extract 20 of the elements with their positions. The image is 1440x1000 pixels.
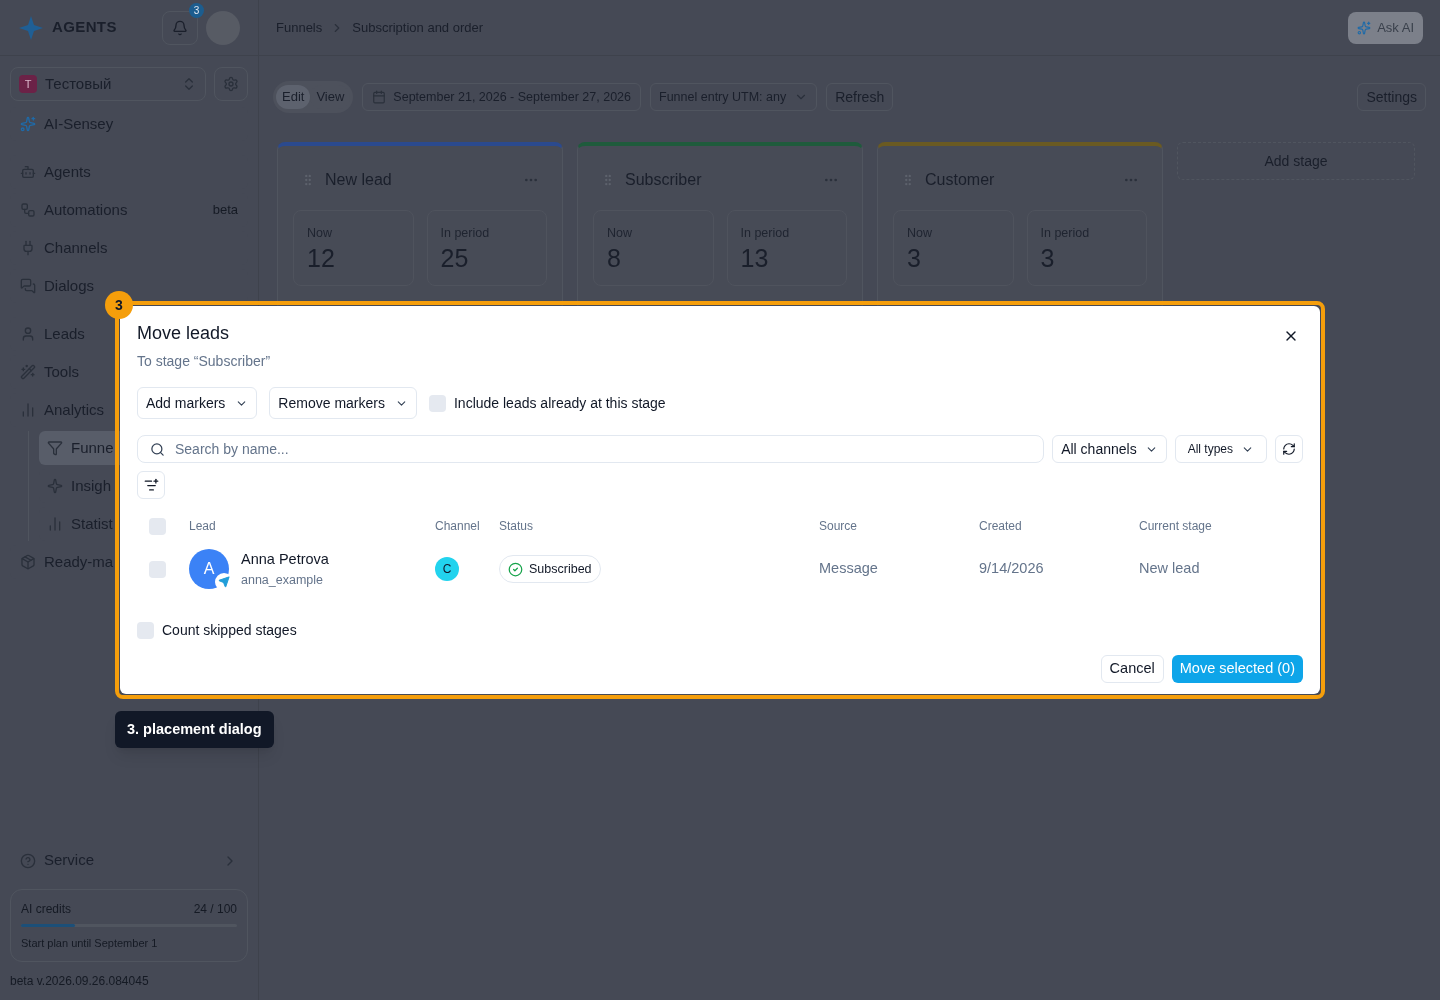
column-header: Status bbox=[499, 518, 535, 535]
dialog-title: Move leads bbox=[137, 322, 231, 345]
column-header: Created bbox=[979, 518, 1023, 535]
count-skipped-label: Count skipped stages bbox=[162, 620, 297, 640]
stage-cell-text: New lead bbox=[1139, 559, 1201, 579]
source-cell-text: Message bbox=[819, 559, 879, 579]
workspace-avatar: T bbox=[19, 75, 37, 93]
dialog-subtitle: To stage “Subscriber” bbox=[137, 352, 271, 371]
annotation-label: 3. placement dialog bbox=[115, 711, 274, 748]
column-header: Source bbox=[819, 518, 859, 535]
column-header: Lead bbox=[189, 518, 217, 535]
column-header: Channel bbox=[435, 518, 481, 535]
include-label: Include leads already at this stage bbox=[453, 393, 666, 413]
lead-username: anna_example bbox=[241, 571, 324, 589]
notification-count: 3 bbox=[189, 2, 204, 18]
created-cell-text: 9/14/2026 bbox=[979, 559, 1045, 579]
lead-avatar: A bbox=[189, 549, 229, 590]
column-header: Current stage bbox=[1139, 518, 1213, 535]
channel-badge: C bbox=[435, 557, 459, 582]
lead-name: Anna Petrova bbox=[241, 550, 329, 569]
